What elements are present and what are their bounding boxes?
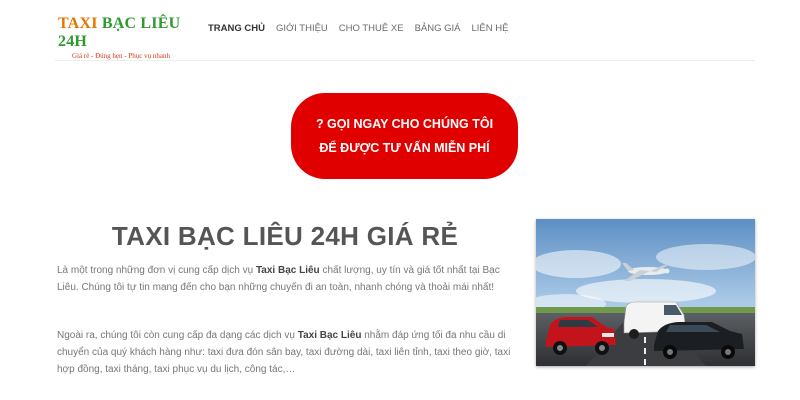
logo-tagline: Giá rẻ - Đúng hẹn - Phục vụ nhanh (72, 52, 170, 60)
logo-title-taxi: TAXI (58, 15, 102, 32)
intro-paragraph: Là một trong những đơn vị cung cấp dịch … (57, 262, 517, 296)
site-header: TAXI BẠC LIÊU 24H Giá rẻ - Đúng hẹn - Ph… (0, 0, 800, 60)
intro-text-start: Là một trong những đơn vị cung cấp dịch … (57, 265, 256, 276)
logo-title: TAXI BẠC LIÊU 24H (58, 15, 198, 51)
nav-item-about[interactable]: GIỚI THIỆU (276, 23, 328, 34)
services-brand-bold: Taxi Bạc Liêu (297, 330, 362, 341)
nav-item-car-rental[interactable]: CHO THUÊ XE (339, 23, 404, 34)
nav-item-home[interactable]: TRANG CHỦ (208, 23, 265, 34)
services-text-start: Ngoài ra, chúng tôi còn cung cấp đa dạng… (57, 330, 298, 341)
main-nav: TRANG CHỦ GIỚI THIỆU CHO THUÊ XE BẢNG GI… (208, 23, 508, 34)
call-now-button[interactable]: ? GỌI NGAY CHO CHÚNG TÔI ĐỂ ĐƯỢC TƯ VẤN … (291, 93, 518, 179)
services-paragraph: Ngoài ra, chúng tôi còn cung cấp đa dạng… (57, 327, 517, 378)
site-logo[interactable]: TAXI BẠC LIÊU 24H Giá rẻ - Đúng hẹn - Ph… (58, 15, 198, 60)
call-now-line2: ĐỂ ĐƯỢC TƯ VẤN MIỄN PHÍ (319, 141, 490, 155)
intro-brand-bold: Taxi Bạc Liêu (255, 265, 320, 276)
nav-item-contact[interactable]: LIÊN HỆ (472, 23, 509, 34)
call-now-line1: ? GỌI NGAY CHO CHÚNG TÔI (315, 117, 494, 131)
nav-item-pricing[interactable]: BẢNG GIÁ (415, 23, 461, 34)
hero-illustration (536, 219, 755, 366)
header-divider (55, 60, 755, 61)
hero-image (536, 219, 755, 366)
page-title: TAXI BẠC LIÊU 24H GIÁ RẺ (111, 221, 459, 251)
